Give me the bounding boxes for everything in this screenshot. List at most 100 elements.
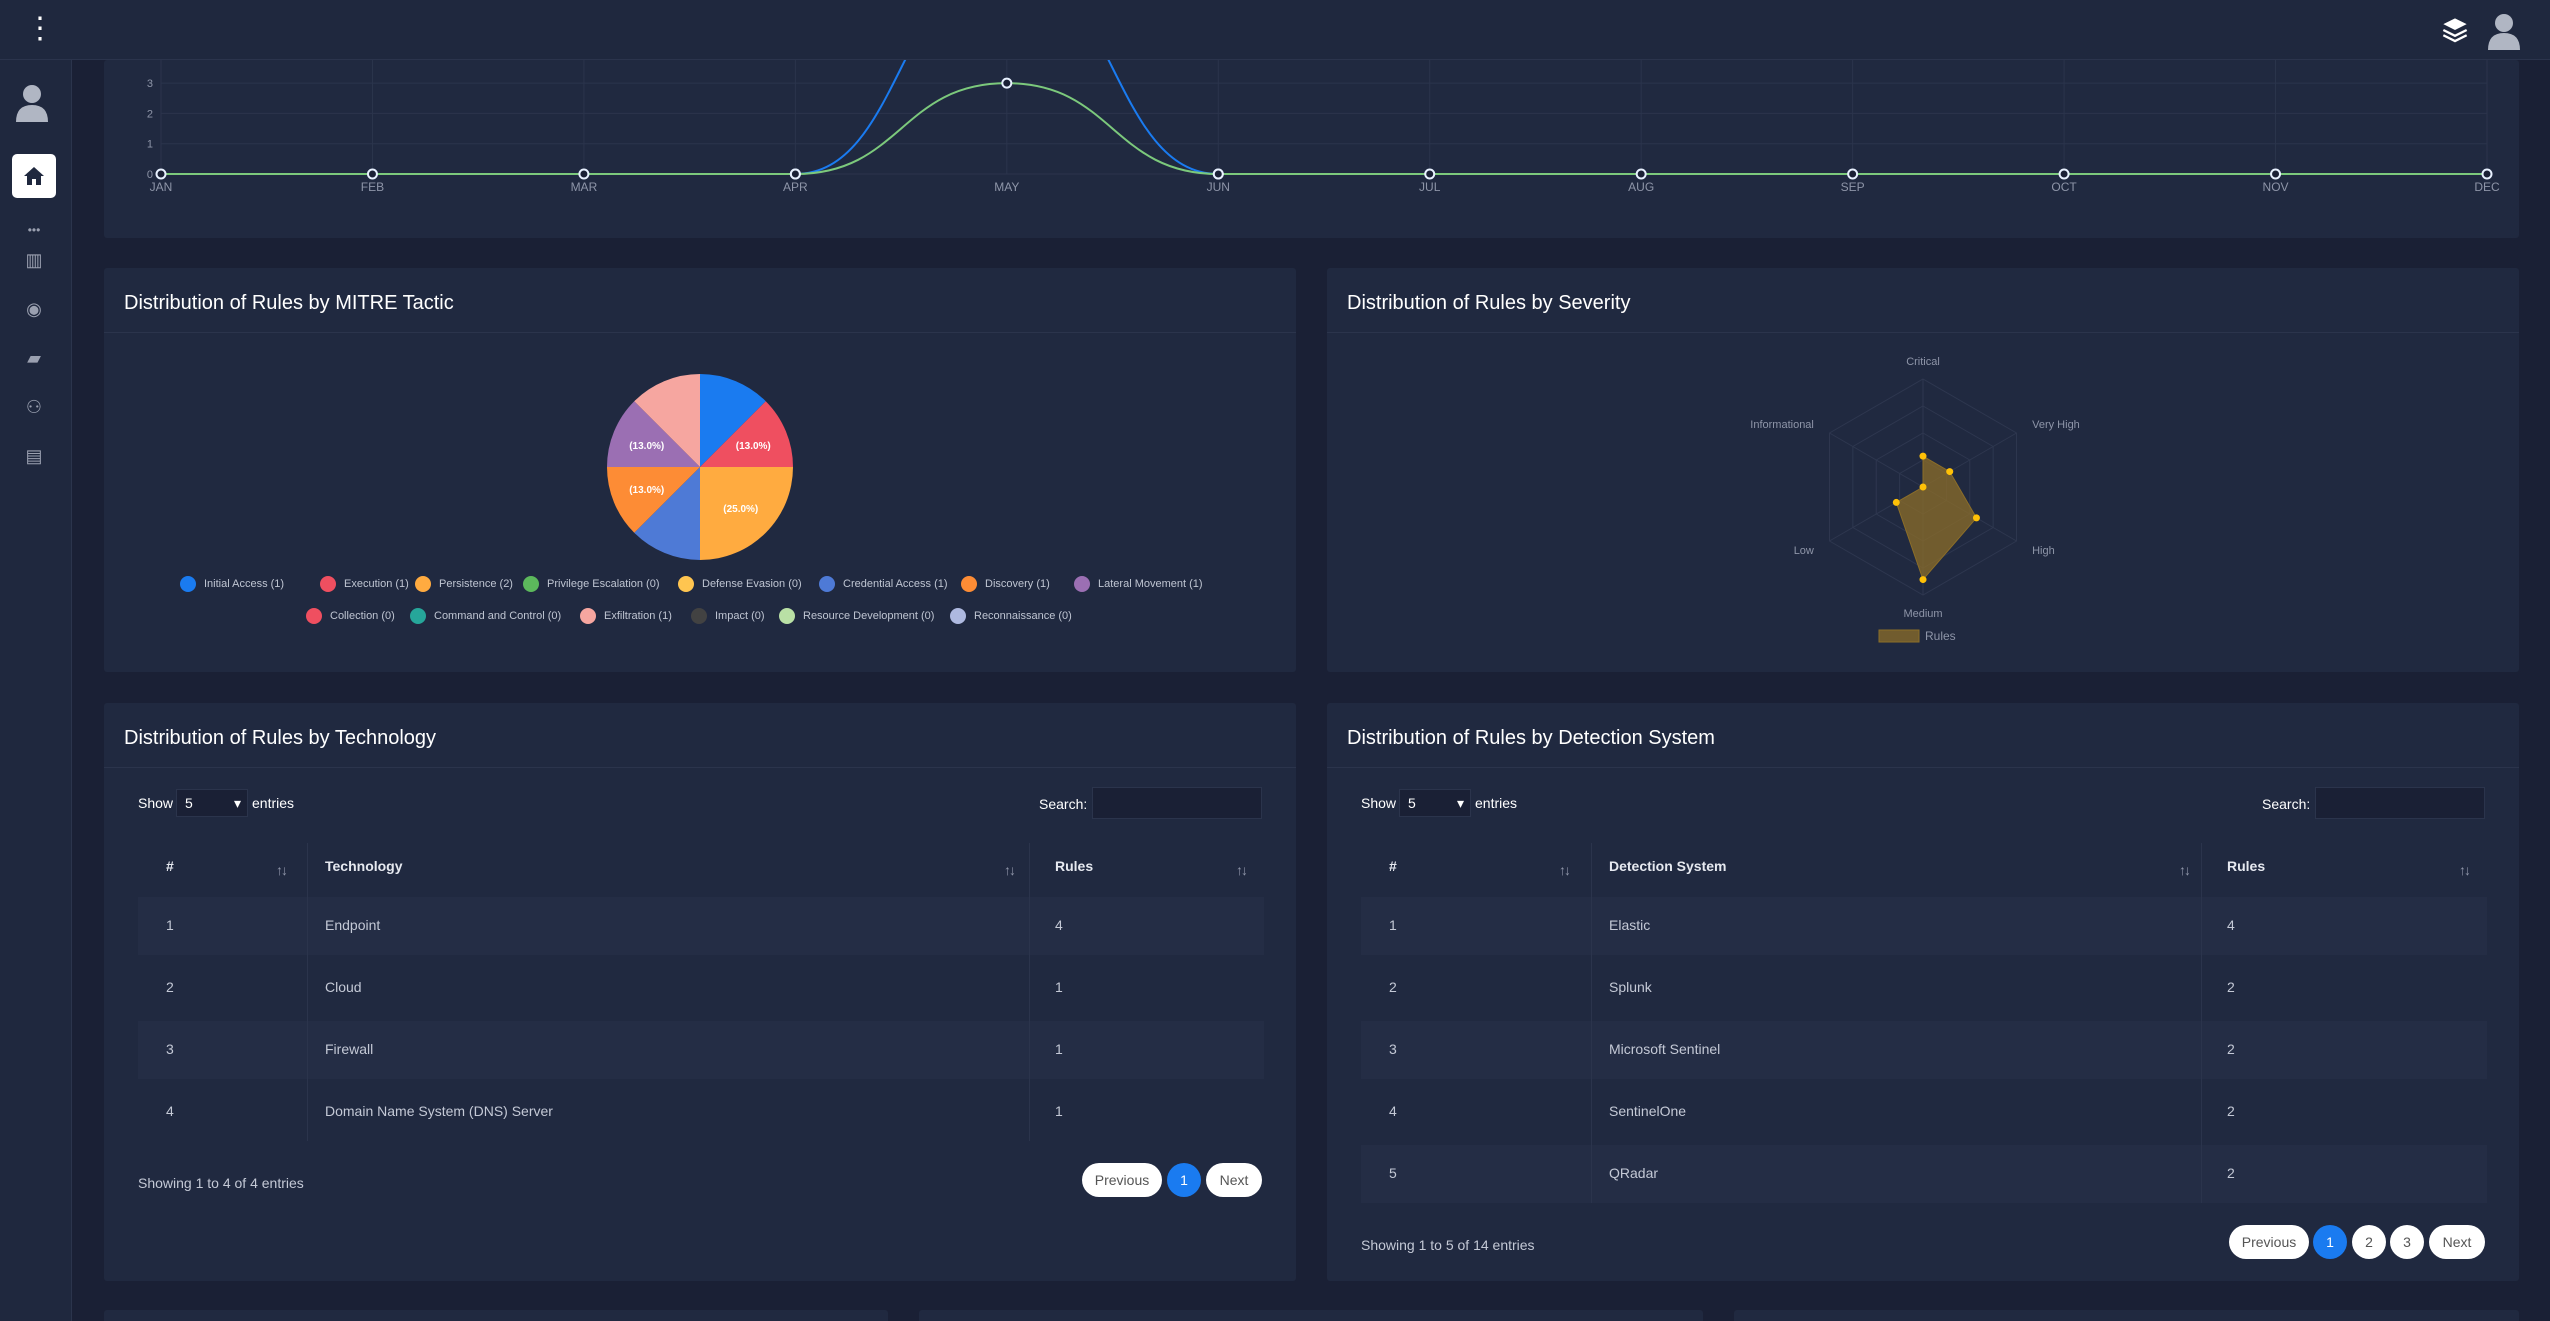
next-button[interactable]: Next (1206, 1163, 1262, 1197)
radar-axis-label: Critical (1906, 356, 1940, 368)
legend-swatch (415, 576, 431, 592)
document-icon[interactable]: ▤ (20, 442, 48, 470)
legend-item[interactable]: Initial Access (1) (180, 576, 284, 592)
data-point[interactable] (578, 168, 590, 180)
y-tick-label: 1 (147, 139, 153, 151)
page-button-3[interactable]: 3 (2390, 1225, 2424, 1259)
legend-swatch (580, 608, 596, 624)
sort-icon[interactable]: ↑↓ (1004, 862, 1016, 878)
next-button[interactable]: Next (2429, 1225, 2485, 1259)
table-row: 4 SentinelOne 2 (1361, 1083, 2487, 1141)
sort-icon[interactable]: ↑↓ (276, 862, 288, 878)
radar-point[interactable] (1946, 468, 1954, 476)
x-tick-label: JUL (1419, 180, 1441, 194)
x-tick-label: NOV (2263, 180, 2289, 194)
column-header-technology[interactable]: Technology (325, 858, 403, 874)
page-button-1[interactable]: 1 (2313, 1225, 2347, 1259)
data-point[interactable] (1001, 77, 1013, 89)
radar-point[interactable] (1919, 483, 1927, 491)
user-avatar-icon[interactable] (14, 82, 50, 124)
column-header-rules[interactable]: Rules (1055, 858, 1093, 874)
x-tick-label: DEC (2474, 180, 2500, 194)
page-button-2[interactable]: 2 (2352, 1225, 2386, 1259)
legend-item[interactable]: Discovery (1) (961, 576, 1050, 592)
data-point[interactable] (366, 168, 378, 180)
bottom-card (104, 1310, 888, 1321)
data-point[interactable] (1212, 168, 1224, 180)
sort-icon[interactable]: ↑↓ (2179, 862, 2191, 878)
legend-item[interactable]: Command and Control (0) (410, 608, 561, 624)
eye-icon[interactable]: ◉ (20, 295, 48, 323)
legend-label: Credential Access (1) (843, 578, 948, 590)
data-point[interactable] (1424, 168, 1436, 180)
legend-item[interactable]: Persistence (2) (415, 576, 513, 592)
legend-item[interactable]: Collection (0) (306, 608, 395, 624)
data-point[interactable] (1847, 168, 1859, 180)
radar-axis-label: Informational (1750, 419, 1814, 431)
data-point[interactable] (2270, 168, 2282, 180)
legend-item[interactable]: Impact (0) (691, 608, 765, 624)
show-label: Show (1361, 795, 1397, 811)
user-avatar-icon[interactable] (2487, 12, 2521, 50)
column-header-number[interactable]: # (166, 858, 174, 874)
data-point[interactable] (789, 168, 801, 180)
ruler-icon[interactable]: ▰ (20, 344, 48, 372)
search-input[interactable] (2315, 787, 2485, 819)
column-header-rules[interactable]: Rules (2227, 858, 2265, 874)
glasses-icon[interactable]: ⚇ (20, 393, 48, 421)
legend-item[interactable]: Execution (1) (320, 576, 409, 592)
sort-icon[interactable]: ↑↓ (1559, 862, 1571, 878)
radar-axis-label: Low (1794, 545, 1814, 557)
entries-select[interactable]: 5 (1399, 789, 1471, 817)
legend-item[interactable]: Reconnaissance (0) (950, 608, 1072, 624)
table-info: Showing 1 to 5 of 14 entries (1361, 1237, 1535, 1253)
radar-point[interactable] (1919, 576, 1927, 584)
legend-swatch (523, 576, 539, 592)
legend-item[interactable]: Exfiltration (1) (580, 608, 672, 624)
legend-swatch (306, 608, 322, 624)
radar-point[interactable] (1892, 498, 1900, 506)
divider (104, 767, 1296, 768)
legend-item[interactable]: Privilege Escalation (0) (523, 576, 660, 592)
sidebar-item-home[interactable] (12, 154, 56, 198)
legend-item[interactable]: Lateral Movement (1) (1074, 576, 1203, 592)
column-header-detection-system[interactable]: Detection System (1609, 858, 1726, 874)
table-cell: 2 (2227, 1103, 2235, 1119)
table-row: 2 Splunk 2 (1361, 959, 2487, 1017)
building-icon[interactable]: ▥ (20, 246, 48, 274)
page-button-1[interactable]: 1 (1167, 1163, 1201, 1197)
table-cell: QRadar (1609, 1165, 1659, 1181)
sort-icon[interactable]: ↑↓ (2459, 862, 2471, 878)
previous-button[interactable]: Previous (2229, 1225, 2309, 1259)
previous-button[interactable]: Previous (1082, 1163, 1162, 1197)
legend-item[interactable]: Credential Access (1) (819, 576, 948, 592)
technology-card: Distribution of Rules by Technology Show… (104, 703, 1296, 1281)
legend-swatch (691, 608, 707, 624)
more-icon[interactable]: ••• (20, 216, 48, 244)
sort-icon[interactable]: ↑↓ (1236, 862, 1248, 878)
x-tick-label: SEP (1841, 180, 1865, 194)
divider (1327, 767, 2519, 768)
kebab-menu-icon[interactable]: ⋮ (25, 14, 55, 44)
y-tick-label: 2 (147, 108, 153, 120)
home-icon (24, 167, 44, 185)
legend-swatch (961, 576, 977, 592)
search-input[interactable] (1092, 787, 1262, 819)
data-point[interactable] (2481, 168, 2493, 180)
legend-label: Rules (1925, 629, 1956, 643)
legend-item[interactable]: Resource Development (0) (779, 608, 934, 624)
table-cell: Splunk (1609, 979, 1652, 995)
data-point[interactable] (155, 168, 167, 180)
radar-point[interactable] (1919, 452, 1927, 460)
monthly-rules-line-chart: 0123JAN FEB MAR APR MAY JUN JUL AUG SEP OCT NOV DEC (147, 60, 2500, 194)
table-cell: 2 (2227, 1165, 2235, 1181)
entries-select[interactable]: 5 (176, 789, 248, 817)
table-cell: 1 (1055, 1041, 1063, 1057)
table-cell: Elastic (1609, 917, 1651, 933)
column-header-number[interactable]: # (1389, 858, 1397, 874)
data-point[interactable] (1635, 168, 1647, 180)
layers-icon[interactable] (2441, 16, 2469, 44)
data-point[interactable] (2058, 168, 2070, 180)
radar-point[interactable] (1972, 514, 1980, 522)
legend-item[interactable]: Defense Evasion (0) (678, 576, 802, 592)
